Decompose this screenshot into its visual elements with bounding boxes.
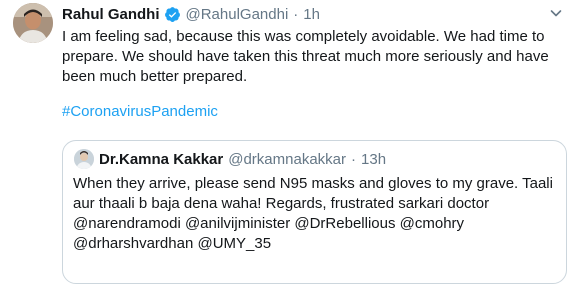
tweet-text: I am feeling sad, because this was compl… [62,28,549,85]
tweet-header: Rahul Gandhi @RahulGandhi · 1h [62,4,320,24]
tweet-timestamp[interactable]: 1h [303,6,320,23]
author-name[interactable]: Rahul Gandhi [62,6,160,23]
quoted-author-avatar [74,149,94,169]
chevron-down-icon[interactable] [548,5,564,21]
tweet[interactable]: Rahul Gandhi @RahulGandhi · 1h I am feel… [0,0,576,284]
quoted-tweet[interactable]: Dr.Kamna Kakkar @drkamnakakkar · 13h Whe… [62,140,567,284]
quoted-tweet-text: When they arrive, please send N95 masks … [73,175,553,252]
quoted-timestamp: 13h [361,150,387,168]
verified-badge-icon [164,6,181,23]
quoted-separator-dot: · [351,150,357,168]
separator-dot: · [293,5,299,23]
quoted-author-handle: @drkamnakakkar [228,150,347,168]
author-handle[interactable]: @RahulGandhi [186,6,289,23]
author-avatar[interactable] [13,3,53,43]
hashtag-link[interactable]: #CoronavirusPandemic [62,102,218,122]
quoted-tweet-header: Dr.Kamna Kakkar @drkamnakakkar · 13h [99,150,386,168]
quoted-author-name: Dr.Kamna Kakkar [99,150,224,168]
